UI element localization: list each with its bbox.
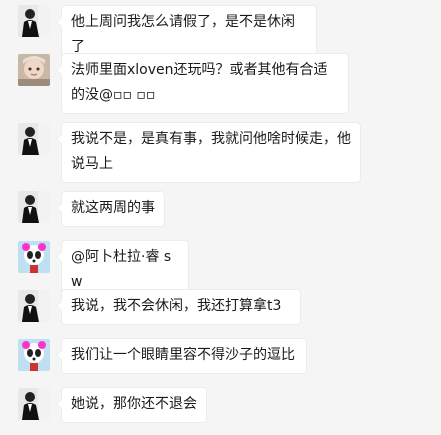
- message-bubble[interactable]: 我说不是，是真有事，我就问他啥时候走，他说马上: [56, 122, 361, 183]
- message-bubble[interactable]: 我们让一个眼睛里容不得沙子的逗比: [56, 338, 307, 374]
- man-in-suit-avatar[interactable]: [18, 388, 50, 420]
- message-bubble[interactable]: 法师里面xloven还玩吗？或者其他有合适的没@▫▫ ▫▫: [56, 53, 349, 114]
- man-in-suit-avatar[interactable]: [18, 5, 50, 37]
- message-bubble[interactable]: 我说，我不会休闲，我还打算拿t3: [56, 289, 301, 325]
- panda-avatar[interactable]: [18, 241, 50, 273]
- message-bubble[interactable]: 她说，那你还不退会: [56, 387, 207, 423]
- man-in-suit-avatar[interactable]: [18, 123, 50, 155]
- message-bubble[interactable]: 就这两周的事: [56, 191, 165, 227]
- man-in-suit-avatar[interactable]: [18, 191, 50, 223]
- chat-message-list: 他上周问我怎么请假了，是不是休闲了 法师里面xloven还玩吗？或者其他有合适的…: [0, 0, 441, 435]
- baby-avatar[interactable]: [18, 54, 50, 86]
- panda-avatar[interactable]: [18, 339, 50, 371]
- man-in-suit-avatar[interactable]: [18, 290, 50, 322]
